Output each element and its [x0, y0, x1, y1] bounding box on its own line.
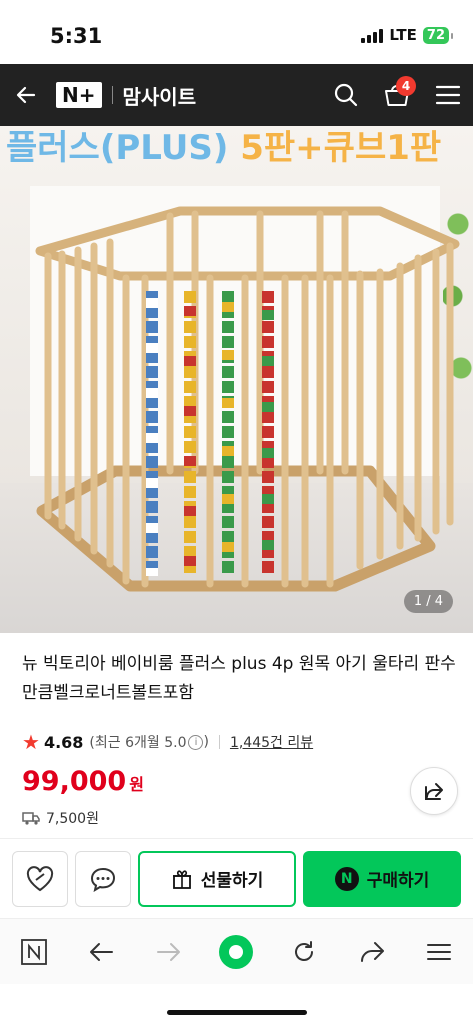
app-header: N+ 맘사이트 4	[0, 64, 473, 126]
brand-logo[interactable]: N+ 맘사이트	[56, 81, 196, 110]
info-icon[interactable]: i	[188, 734, 204, 750]
cart-button[interactable]: 4	[371, 64, 422, 126]
price-value: 99,000	[22, 766, 127, 797]
hamburger-icon	[435, 85, 460, 105]
recent-rating-close: )	[203, 734, 209, 750]
price-currency: 원	[129, 775, 144, 794]
share-icon	[425, 783, 443, 800]
header-icons: 4	[320, 64, 473, 126]
cart-count-badge: 4	[396, 76, 416, 96]
status-time: 5:31	[50, 24, 103, 48]
gift-label: 선물하기	[200, 871, 264, 891]
share-button[interactable]	[410, 767, 458, 815]
network-label: LTE	[389, 26, 417, 44]
shipping-fee: 7,500원	[46, 811, 99, 827]
brand-logo-text: N+	[56, 82, 102, 108]
naver-n-icon	[20, 938, 47, 965]
search-icon	[334, 83, 357, 107]
arrow-right-icon	[156, 942, 180, 961]
shipping-row: 7,500원	[22, 808, 99, 828]
product-image-carousel[interactable]: 플러스(PLUS) 5판+큐브1판 1 / 4	[0, 126, 473, 633]
browser-back-button[interactable]	[76, 927, 126, 977]
refresh-button[interactable]	[279, 927, 329, 977]
naver-pay-icon: N	[334, 866, 359, 891]
product-title: 뉴 빅토리아 베이비룸 플러스 plus 4p 원목 아기 울타리 판수만큼벨크…	[22, 654, 456, 703]
green-dot-button[interactable]	[211, 927, 261, 977]
header-divider	[111, 86, 113, 104]
naver-home-button[interactable]	[9, 927, 59, 977]
rating-row: ★ 4.68 (최근 6개월 5.0 i) 1,445건 리뷰	[22, 730, 313, 754]
browser-share-button[interactable]	[347, 927, 397, 977]
buy-label: 구매하기	[366, 871, 430, 891]
gift-button[interactable]: 선물하기	[138, 850, 296, 907]
playpen-illustration	[35, 206, 460, 592]
carousel-page-indicator: 1 / 4	[403, 590, 453, 613]
share-arrow-icon	[360, 941, 384, 962]
arrow-left-icon	[16, 86, 36, 104]
back-button[interactable]	[0, 64, 52, 126]
signal-icon	[361, 27, 384, 43]
refresh-icon	[295, 940, 314, 961]
purchase-action-bar: 선물하기 N 구매하기	[0, 838, 473, 918]
star-icon: ★	[22, 730, 40, 754]
arrow-left-icon	[90, 942, 114, 961]
menu-button[interactable]	[422, 64, 473, 126]
battery-icon: 72	[422, 26, 454, 44]
wishlist-button[interactable]	[12, 850, 68, 907]
browser-menu-button[interactable]	[414, 927, 464, 977]
heart-icon	[26, 865, 54, 891]
rating-separator	[218, 735, 220, 749]
browser-forward-button[interactable]	[144, 927, 194, 977]
rating-value: 4.68	[43, 732, 84, 752]
status-right: LTE 72	[361, 26, 454, 44]
truck-icon	[22, 812, 40, 825]
status-bar: 5:31 LTE 72	[0, 0, 473, 64]
site-name: 맘사이트	[122, 84, 197, 109]
gift-icon	[172, 869, 191, 889]
price-row: 99,000 원	[22, 766, 144, 797]
recent-rating: (최근 6개월 5.0	[89, 735, 187, 751]
hamburger-icon	[427, 943, 452, 960]
green-dot-icon	[219, 934, 254, 969]
buy-button[interactable]: N 구매하기	[303, 850, 461, 907]
home-indicator[interactable]	[166, 1010, 307, 1015]
reviews-link[interactable]: 1,445건 리뷰	[230, 732, 313, 752]
search-button[interactable]	[320, 64, 371, 126]
browser-toolbar	[0, 918, 473, 984]
chat-icon	[90, 867, 116, 892]
talk-button[interactable]	[75, 850, 131, 907]
